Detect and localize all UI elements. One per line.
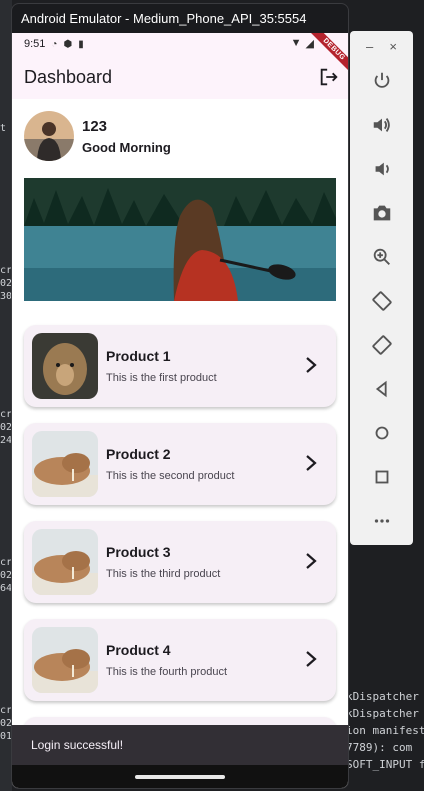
wifi-icon: ▼ — [290, 37, 302, 49]
snackbar: Login successful! — [12, 725, 348, 765]
app-bar: Dashboard — [12, 55, 348, 99]
code-line: ion manifest — [346, 724, 424, 737]
window-controls: – × — [350, 31, 413, 59]
status-time: 9:51 — [24, 38, 46, 50]
code-line: kDispatcher — [346, 707, 419, 720]
volume-down-button[interactable] — [350, 147, 413, 191]
zoom-icon — [373, 248, 390, 265]
profile-text: 123 Good Morning — [82, 118, 171, 155]
walrus-image — [32, 431, 98, 497]
product-description: This is the fourth product — [106, 666, 228, 678]
product-description: This is the second product — [106, 470, 235, 482]
product-card[interactable]: Product 4 This is the fourth product — [24, 619, 336, 701]
minimize-button[interactable]: – — [366, 39, 373, 59]
product-card[interactable]: Product 1 This is the first product — [24, 325, 336, 407]
product-info: Product 4 This is the fourth product — [106, 642, 227, 678]
home-handle[interactable] — [135, 775, 225, 779]
signal-icon: ◢ — [305, 38, 314, 50]
power-icon — [374, 72, 389, 88]
product-image — [32, 529, 98, 595]
status-right: ▼ ◢ — [291, 37, 314, 50]
product-title: Product 3 — [106, 544, 171, 560]
overview-icon — [375, 470, 388, 484]
product-info: Product 1 This is the first product — [106, 348, 217, 384]
code-line: 7789): com — [346, 741, 413, 754]
home-button[interactable] — [350, 411, 413, 455]
product-card[interactable]: Product 2 This is the second product — [24, 423, 336, 505]
overview-button[interactable] — [350, 455, 413, 499]
more-icon — [374, 519, 389, 523]
product-title: Product 2 — [106, 446, 171, 462]
back-icon — [375, 380, 387, 398]
back-button[interactable] — [350, 367, 413, 411]
security-icon: ⬢ — [63, 38, 73, 50]
screenshot-button[interactable] — [350, 191, 413, 235]
product-info: Product 2 This is the second product — [106, 446, 234, 482]
banner-image — [24, 178, 336, 301]
rotate-right-icon — [371, 335, 392, 355]
rotate-right-button[interactable] — [350, 323, 413, 367]
lion-image — [32, 333, 98, 399]
logout-icon[interactable] — [318, 66, 340, 88]
product-card[interactable]: Product 3 This is the third product — [24, 521, 336, 603]
product-title: Product 1 — [106, 348, 171, 364]
camera-icon — [373, 205, 390, 221]
greeting-text: Good Morning — [82, 139, 171, 155]
product-image — [32, 627, 98, 693]
product-description: This is the first product — [106, 372, 217, 384]
product-description: This is the third product — [106, 568, 221, 580]
code-line: kDispatcher — [346, 690, 419, 703]
sd-card-icon: ▮ — [78, 38, 84, 50]
close-button[interactable]: × — [389, 39, 397, 59]
profile-name: 123 — [82, 117, 108, 135]
banner-illustration — [24, 178, 336, 301]
window-title[interactable]: Android Emulator - Medium_Phone_API_35:5… — [12, 4, 348, 33]
product-title: Product 4 — [106, 642, 171, 658]
status-bar: 9:51 ◔ ⬢ ▮ ▼ ◢ — [12, 33, 348, 55]
product-image — [32, 333, 98, 399]
dashboard-content: 123 Good Morning Product 1 This is the f… — [12, 99, 348, 788]
volume-up-button[interactable] — [350, 103, 413, 147]
product-image — [32, 431, 98, 497]
product-info: Product 3 This is the third product — [106, 544, 220, 580]
phone-screen: 9:51 ◔ ⬢ ▮ ▼ ◢ DEBUG Dashboard 123 Good … — [12, 33, 348, 788]
home-icon — [375, 426, 388, 440]
product-list: Product 1 This is the first product Prod… — [24, 325, 336, 788]
emulator-window: Android Emulator - Medium_Phone_API_35:5… — [11, 3, 349, 789]
avatar[interactable] — [24, 111, 74, 161]
walrus-image — [32, 529, 98, 595]
more-button[interactable] — [350, 499, 413, 543]
avatar-image — [24, 111, 74, 161]
page-title: Dashboard — [24, 66, 113, 87]
power-button[interactable] — [350, 59, 413, 103]
emulator-toolbar: – × — [350, 31, 413, 545]
background-code-panel: kDispatcher kDispatcher ion manifest 778… — [340, 688, 424, 791]
chevron-right-icon[interactable] — [304, 453, 318, 473]
volume-up-icon — [373, 118, 390, 132]
walrus-image — [32, 627, 98, 693]
code-line: SOFT_INPUT fromV — [346, 758, 424, 771]
profile-header: 123 Good Morning — [12, 99, 348, 161]
chevron-right-icon[interactable] — [304, 649, 318, 669]
zoom-button[interactable] — [350, 235, 413, 279]
volume-down-icon — [375, 162, 389, 176]
shield-icon: ◔ — [51, 38, 58, 50]
rotate-left-button[interactable] — [350, 279, 413, 323]
gesture-nav-bar — [12, 765, 348, 788]
chevron-right-icon[interactable] — [304, 551, 318, 571]
rotate-left-icon — [371, 291, 392, 311]
chevron-right-icon[interactable] — [304, 355, 318, 375]
